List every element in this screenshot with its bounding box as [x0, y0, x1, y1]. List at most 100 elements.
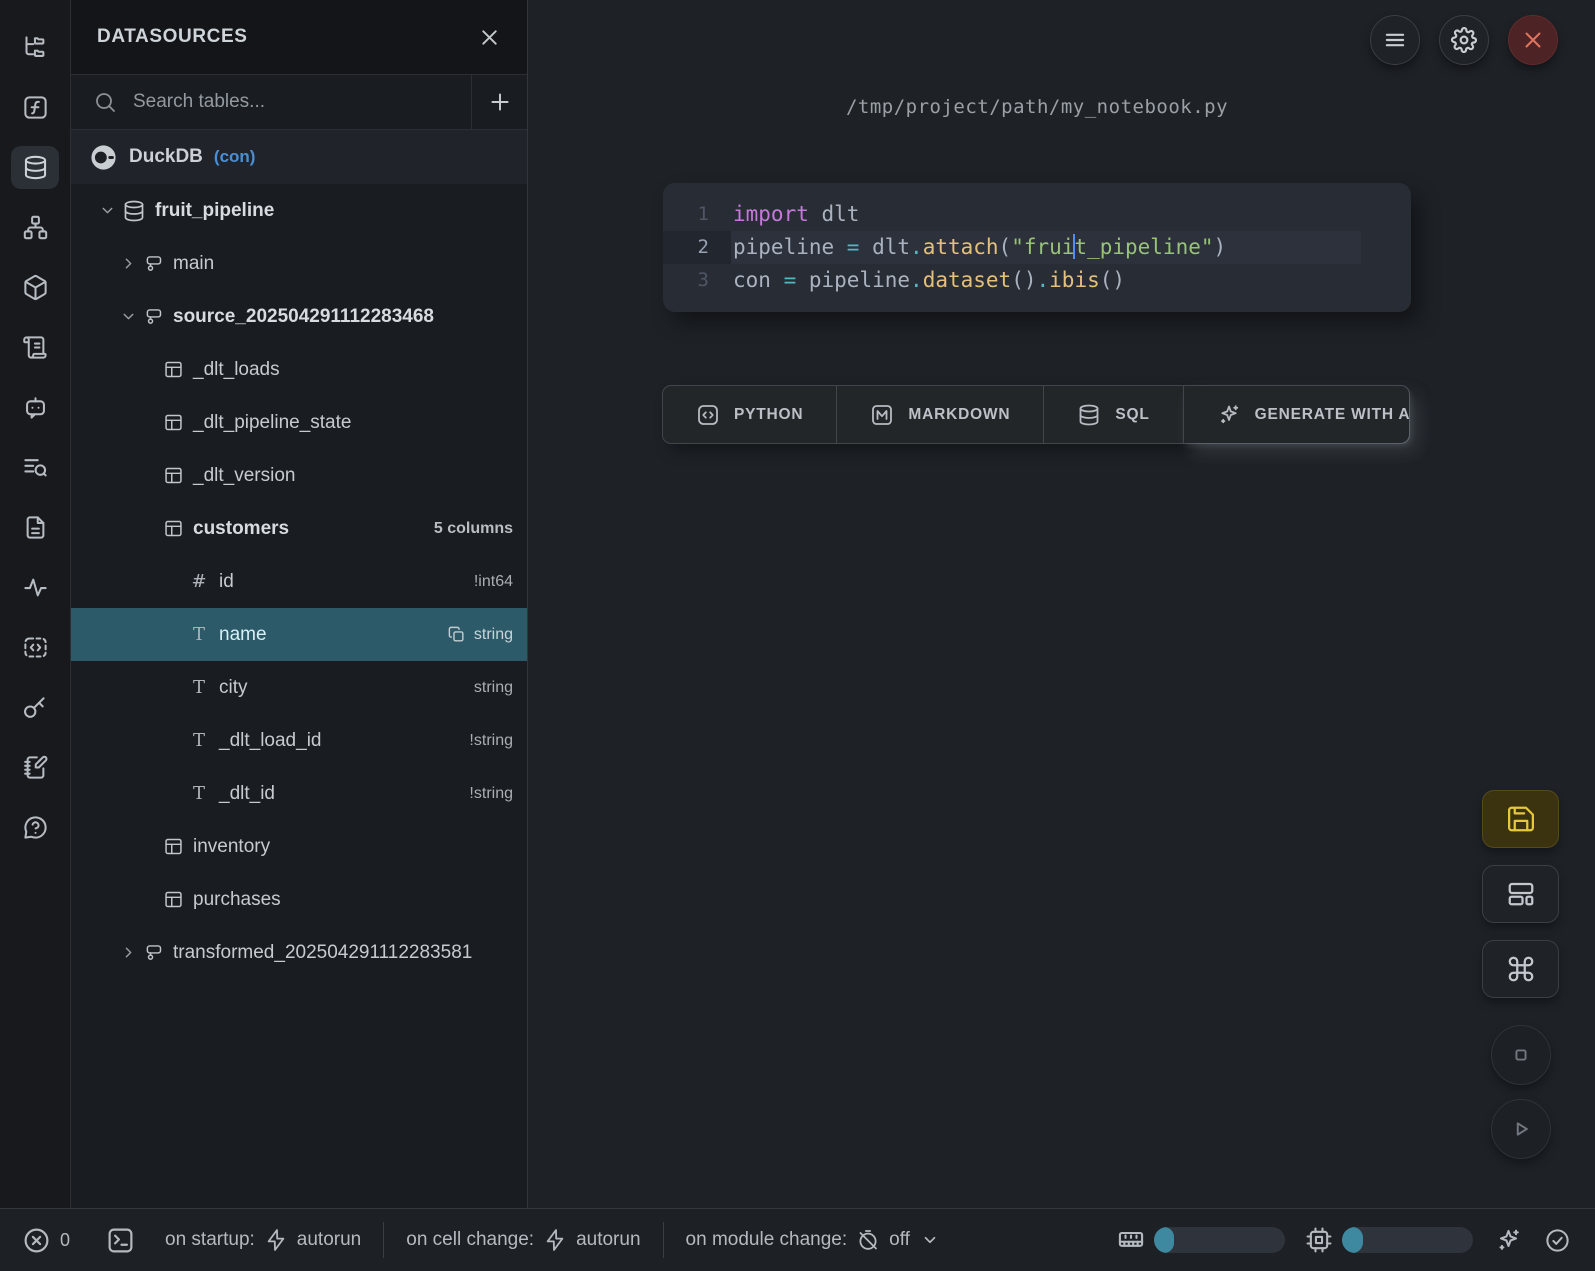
- rail-box-button[interactable]: [11, 266, 59, 309]
- connection-row-duckdb[interactable]: DuckDB (con): [71, 130, 527, 184]
- tree-row-_dlt_id[interactable]: T_dlt_id!string: [71, 767, 527, 820]
- tree-row-inventory[interactable]: inventory: [71, 820, 527, 873]
- close-icon[interactable]: [478, 26, 501, 49]
- add-cell-sql-button[interactable]: SQL: [1043, 386, 1182, 443]
- runtime-setting-on-startup-[interactable]: on startup:autorun: [165, 1228, 361, 1252]
- zap-icon: [264, 1228, 288, 1252]
- rail-bot-button[interactable]: [11, 386, 59, 429]
- play-button[interactable]: [1491, 1099, 1551, 1159]
- chevron-right-icon[interactable]: [117, 944, 139, 961]
- tree-row-city[interactable]: Tcitystring: [71, 661, 527, 714]
- copy-icon[interactable]: [447, 625, 466, 644]
- save-button[interactable]: [1482, 790, 1559, 848]
- setting-label: on cell change:: [406, 1229, 534, 1251]
- rail-key-button[interactable]: [11, 686, 59, 729]
- line-number: 2: [663, 231, 731, 264]
- chevron-right-icon[interactable]: [117, 255, 139, 272]
- memory-usage-meter: [1117, 1226, 1285, 1254]
- add-cell-markdown-button[interactable]: MARKDOWN: [836, 386, 1043, 443]
- layout-icon: [1506, 879, 1536, 909]
- code-line-1[interactable]: 1import dlt: [663, 198, 1411, 231]
- tree-row-_dlt_pipeline_state[interactable]: _dlt_pipeline_state: [71, 396, 527, 449]
- circle-check-button[interactable]: [1544, 1227, 1571, 1254]
- button-label: GENERATE WITH AI: [1255, 406, 1409, 424]
- zap-icon: [543, 1228, 567, 1252]
- text-column-icon: T: [188, 677, 210, 698]
- tree-row-customers[interactable]: customers5 columns: [71, 502, 527, 555]
- divider: [663, 1222, 664, 1258]
- menu-button[interactable]: [1370, 15, 1420, 65]
- int-column-icon: #: [188, 571, 210, 592]
- rail-code-dashed-button[interactable]: [11, 626, 59, 669]
- add-datasource-button[interactable]: [472, 89, 527, 115]
- tree-label: _dlt_load_id: [219, 730, 321, 752]
- menu-icon: [1382, 27, 1408, 53]
- network-icon: [22, 214, 49, 241]
- settings-button[interactable]: [1439, 15, 1489, 65]
- divider: [383, 1222, 384, 1258]
- tree-row-id[interactable]: #id!int64: [71, 555, 527, 608]
- runtime-setting-on-module-change-[interactable]: on module change:off: [686, 1228, 939, 1252]
- bot-icon: [22, 394, 49, 421]
- schema-icon: [143, 253, 164, 274]
- tree-row-_dlt_version[interactable]: _dlt_version: [71, 449, 527, 502]
- stop-icon: [1508, 1042, 1534, 1068]
- errors-indicator[interactable]: 0: [22, 1226, 70, 1255]
- tree-label: customers: [193, 518, 289, 540]
- add-cell-generate-with-ai-button[interactable]: GENERATE WITH AI: [1183, 386, 1409, 443]
- tree-right-label: string: [447, 625, 513, 644]
- tree-label: _dlt_pipeline_state: [193, 412, 351, 434]
- code-dashed-icon: [22, 634, 49, 661]
- tree-row-purchases[interactable]: purchases: [71, 873, 527, 926]
- tree-label: _dlt_id: [219, 783, 275, 805]
- terminal-button[interactable]: [106, 1226, 135, 1255]
- tree-label: name: [219, 624, 267, 646]
- scroll-icon: [22, 334, 49, 361]
- tree-row-fruit_pipeline[interactable]: fruit_pipeline: [71, 184, 527, 237]
- memory-icon: [1117, 1226, 1145, 1254]
- rail-help-bubble-button[interactable]: [11, 806, 59, 849]
- schema-db-icon: [122, 199, 146, 223]
- text-column-icon: T: [188, 624, 210, 645]
- tree-row-source_202504291112283468[interactable]: source_202504291112283468: [71, 290, 527, 343]
- command-button[interactable]: [1482, 940, 1559, 998]
- tree-row-transformed_202504291112283581[interactable]: transformed_202504291112283581: [71, 926, 527, 979]
- code-line-2[interactable]: 2pipeline = dlt.attach("fruit_pipeline"): [663, 231, 1411, 264]
- rail-activity-button[interactable]: [11, 566, 59, 609]
- rail-function-square-button[interactable]: [11, 86, 59, 129]
- rail-database-button[interactable]: [11, 146, 59, 189]
- code-line-3[interactable]: 3con = pipeline.dataset().ibis(): [663, 264, 1411, 297]
- rail-list-search-button[interactable]: [11, 446, 59, 489]
- close-button[interactable]: [1508, 15, 1558, 65]
- key-icon: [22, 694, 49, 721]
- sparkles-button[interactable]: [1495, 1227, 1522, 1254]
- code-text: pipeline = dlt.attach("fruit_pipeline"): [731, 231, 1361, 264]
- search-input[interactable]: [131, 90, 471, 114]
- runtime-setting-on-cell-change-[interactable]: on cell change:autorun: [406, 1228, 640, 1252]
- code-sq-icon: [696, 403, 720, 427]
- stop-button[interactable]: [1491, 1025, 1551, 1085]
- datasources-panel: DATASOURCES DuckDB (con) fruit_pipelinem…: [71, 0, 528, 1208]
- rail-scroll-button[interactable]: [11, 326, 59, 369]
- rail-file-tree-button[interactable]: [11, 26, 59, 69]
- chevron-down-icon: [921, 1231, 939, 1249]
- rail-file-text-button[interactable]: [11, 506, 59, 549]
- chevron-down-icon[interactable]: [117, 308, 139, 325]
- save-icon: [1506, 804, 1536, 834]
- tree-row-_dlt_loads[interactable]: _dlt_loads: [71, 343, 527, 396]
- search-row: [71, 75, 527, 130]
- add-cell-python-button[interactable]: PYTHON: [663, 386, 836, 443]
- tree-row-_dlt_load_id[interactable]: T_dlt_load_id!string: [71, 714, 527, 767]
- chevron-down-icon[interactable]: [96, 202, 118, 219]
- layout-button[interactable]: [1482, 865, 1559, 923]
- tree-label: city: [219, 677, 248, 699]
- markdown-icon: [870, 403, 894, 427]
- status-bar: 0 on startup:autorun on cell change:autoru…: [0, 1208, 1595, 1271]
- rail-notebook-pen-button[interactable]: [11, 746, 59, 789]
- rail-network-button[interactable]: [11, 206, 59, 249]
- text-column-icon: T: [188, 783, 210, 804]
- tree-row-main[interactable]: main: [71, 237, 527, 290]
- timer-off-icon: [856, 1228, 880, 1252]
- code-cell[interactable]: 1import dlt2pipeline = dlt.attach("fruit…: [663, 183, 1411, 312]
- tree-row-name[interactable]: Tname string: [71, 608, 527, 661]
